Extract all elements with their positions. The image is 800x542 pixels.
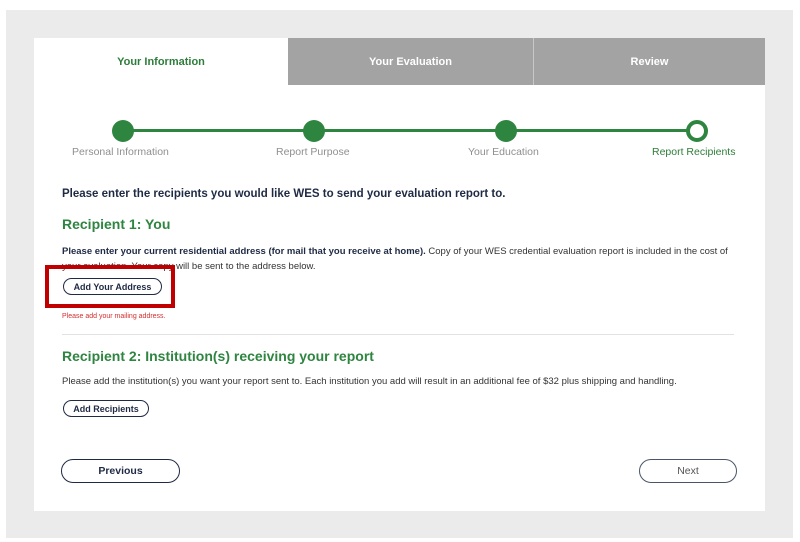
add-your-address-button[interactable]: Add Your Address [63,278,162,295]
progress-stepper: Personal Information Report Purpose Your… [34,118,765,158]
step-dot-your-education [495,120,517,142]
step-label-report-purpose: Report Purpose [276,146,350,158]
step-label-report-recipients: Report Recipients [652,146,736,158]
tab-review[interactable]: Review [534,38,765,85]
step-label-personal-information: Personal Information [72,146,169,158]
recipient-1-description-bold: Please enter your current residential ad… [62,246,426,257]
step-dot-report-purpose [303,120,325,142]
stepper-line [123,129,699,132]
step-label-your-education: Your Education [468,146,539,158]
tab-your-evaluation[interactable]: Your Evaluation [288,38,534,85]
section-divider [62,334,734,335]
tab-bar: Your Information Your Evaluation Review [34,38,765,85]
tab-your-information[interactable]: Your Information [34,38,288,85]
recipient-2-heading: Recipient 2: Institution(s) receiving yo… [62,348,374,364]
next-button[interactable]: Next [639,459,737,483]
intro-text: Please enter the recipients you would li… [62,188,506,200]
address-error-message: Please add your mailing address. [62,313,166,320]
form-card: Your Information Your Evaluation Review … [34,38,765,511]
step-dot-personal-information [112,120,134,142]
recipient-1-heading: Recipient 1: You [62,216,171,232]
previous-button[interactable]: Previous [61,459,180,483]
add-recipients-button[interactable]: Add Recipients [63,400,149,417]
recipient-2-description: Please add the institution(s) you want y… [62,376,677,387]
step-dot-report-recipients [686,120,708,142]
